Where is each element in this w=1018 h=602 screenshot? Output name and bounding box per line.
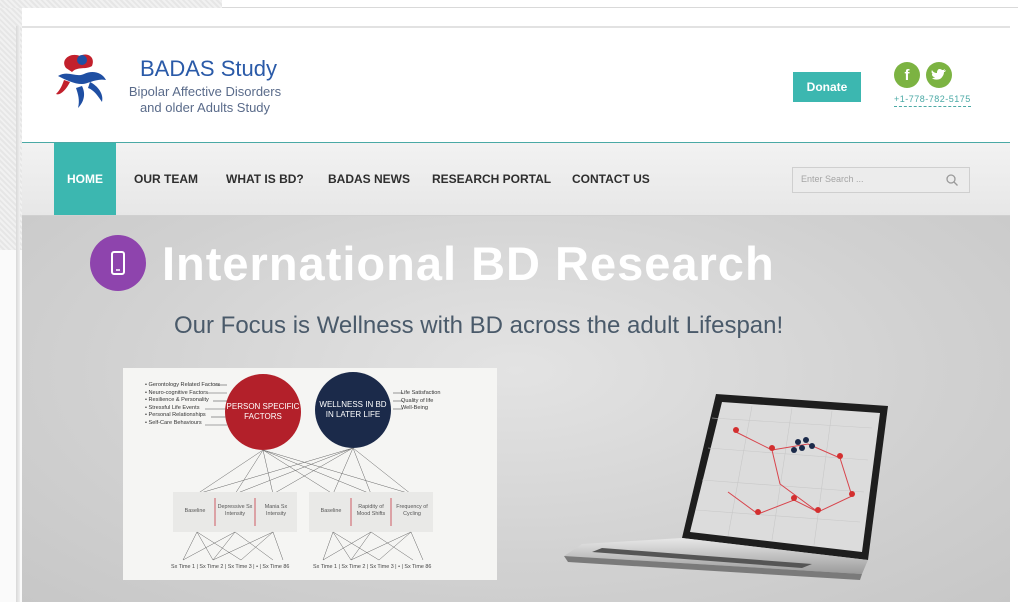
outcome-item: Quality of life <box>401 397 434 404</box>
outcome-item: Life Satisfaction <box>401 390 441 396</box>
nav-item-what-is-bd[interactable]: WHAT IS BD? <box>226 143 304 215</box>
nav-item-home[interactable]: HOME <box>54 143 116 215</box>
nav-item-badas-news[interactable]: BADAS NEWS <box>328 143 410 215</box>
nav-item-our-team[interactable]: OUR TEAM <box>134 143 198 215</box>
factor-item: • Gerontology Related Factors <box>145 382 221 388</box>
research-model-diagram: • Gerontology Related Factors • Neuro-co… <box>123 368 497 580</box>
nav-item-research-portal[interactable]: RESEARCH PORTAL <box>432 143 551 215</box>
outcome-list: Life Satisfaction Quality of life Well-B… <box>401 390 441 413</box>
brand-subtitle-line1: Bipolar Affective Disorders <box>128 84 282 99</box>
site-logo[interactable] <box>52 50 112 112</box>
brand-title[interactable]: BADAS Study <box>140 56 277 82</box>
brand-subtitle-line2: and older Adults Study <box>139 100 271 115</box>
time-row-left: Sx Time 1 | Sx Time 2 | Sx Time 3 | • | … <box>171 564 290 570</box>
wellness-line2: IN LATER LIFE <box>325 410 381 419</box>
search-box <box>792 167 970 193</box>
box-label: Mania Sx Intensity <box>264 504 288 517</box>
site-header: BADAS Study Bipolar Affective Disorders … <box>22 26 1010 145</box>
social-links: f <box>894 62 984 90</box>
main-nav: HOME OUR TEAM WHAT IS BD? BADAS NEWS RES… <box>22 143 1010 216</box>
search-icon[interactable] <box>945 173 959 187</box>
nav-item-contact-us[interactable]: CONTACT US <box>572 143 650 215</box>
hero-subtitle: Our Focus is Wellness with BD across the… <box>174 312 784 339</box>
factor-item: • Self-Care Behaviours <box>145 419 202 426</box>
donate-button[interactable]: Donate <box>793 72 861 102</box>
page-shadow <box>16 26 20 602</box>
outer-frame-top <box>0 0 222 8</box>
wellness-label: WELLNESS IN BD IN LATER LIFE <box>315 400 391 420</box>
person-factors-line1: PERSON SPECIFIC <box>226 402 300 411</box>
hero-title: International BD Research <box>162 237 775 290</box>
box-label: Baseline <box>320 508 342 514</box>
box-label: Frequency of Cycling <box>396 504 428 517</box>
facebook-icon[interactable]: f <box>894 62 920 88</box>
box-label: Baseline <box>184 508 206 514</box>
time-row-right: Sx Time 1 | Sx Time 2 | Sx Time 3 | • | … <box>313 564 432 570</box>
factor-list: • Gerontology Related Factors • Neuro-co… <box>145 382 220 427</box>
factor-item: • Resilience & Personality <box>145 397 209 403</box>
factor-item: • Neuro-cognitive Factors <box>145 389 208 396</box>
factor-item: • Personal Relationships <box>145 412 206 418</box>
outer-frame-topline <box>222 7 1018 8</box>
laptop-map-image <box>562 388 892 588</box>
person-factors-label: PERSON SPECIFIC FACTORS <box>225 402 301 422</box>
box-label: Rapidity of Mood Shifts <box>356 504 386 517</box>
person-factors-line2: FACTORS <box>244 412 282 421</box>
brand-subtitle: Bipolar Affective Disorders and older Ad… <box>120 84 290 116</box>
mobile-phone-icon <box>90 235 146 291</box>
twitter-icon[interactable] <box>926 62 952 88</box>
phone-number[interactable]: +1-778-782-5175 <box>894 94 971 107</box>
wellness-line1: WELLNESS IN BD <box>319 400 387 409</box>
factor-item: • Stressful Life Events <box>145 404 200 411</box>
search-input[interactable] <box>799 173 943 185</box>
hero-section: International BD Research Our Focus is W… <box>22 216 1010 602</box>
box-label: Depressive Sx Intensity <box>217 504 253 517</box>
outcome-item: Well-Being <box>401 405 428 411</box>
